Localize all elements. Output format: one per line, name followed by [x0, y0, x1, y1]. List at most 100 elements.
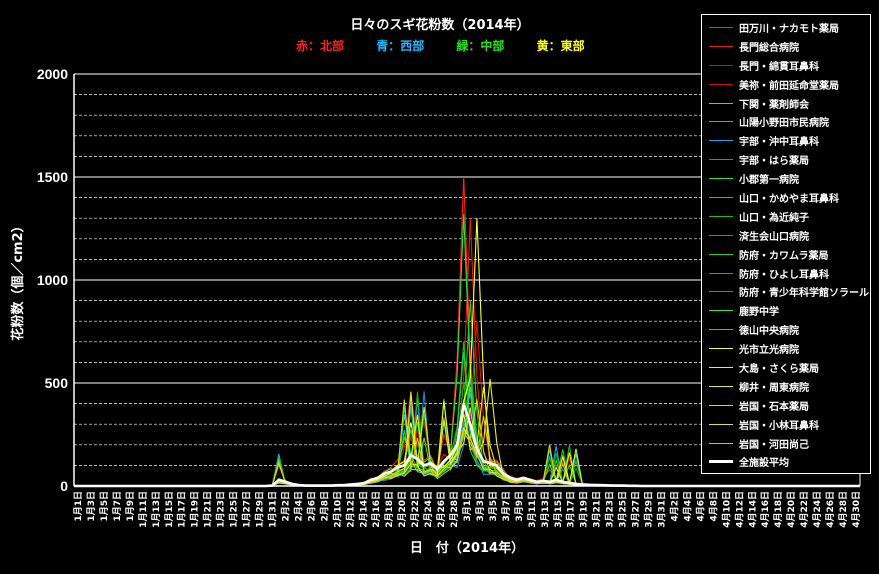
- x-tick-label: 1月19日: [190, 491, 201, 528]
- legend-swatch: [709, 385, 733, 387]
- x-tick-label: 2月18日: [384, 491, 395, 528]
- x-tick-label: 3月27日: [631, 491, 642, 528]
- x-tick-label: 3月29日: [644, 491, 655, 528]
- x-tick-label: 1月1日: [73, 491, 84, 522]
- x-tick-label: 4月30日: [851, 491, 862, 528]
- x-tick-label: 4月8日: [708, 491, 719, 522]
- x-tick-label: 3月11日: [527, 491, 538, 528]
- legend-item: 岩国・小林耳鼻科: [702, 415, 870, 434]
- legend-swatch: [709, 178, 733, 180]
- legend-swatch: [709, 159, 733, 161]
- legend-item: 岩国・石本薬局: [702, 396, 870, 415]
- legend-label: 山口・かめやま耳鼻科: [739, 193, 839, 205]
- legend-item: 長門総合病院: [702, 37, 870, 56]
- legend-label: 山陽小野田市民病院: [739, 118, 829, 130]
- legend-label: 田万川・ナカモト薬局: [739, 23, 839, 35]
- legend-item: 小郡第一病院: [702, 169, 870, 188]
- y-axis-label: 花粉数（個／cm2）: [10, 219, 26, 340]
- legend-swatch: [709, 366, 733, 368]
- legend-item: 山口・為近純子: [702, 207, 870, 226]
- x-tick-label: 4月22日: [799, 491, 810, 528]
- x-tick-label: 3月15日: [553, 491, 564, 528]
- y-tick-label: 0: [60, 478, 68, 494]
- legend-label: 徳山中央病院: [739, 326, 799, 338]
- legend-label: 宇部・沖中耳鼻科: [739, 137, 819, 149]
- x-tick-label: 4月28日: [838, 491, 849, 528]
- x-tick-label: 2月20日: [397, 491, 408, 528]
- legend-swatch: [709, 329, 733, 331]
- legend-swatch: [709, 83, 733, 85]
- legend-item: 光市立光病院: [702, 339, 870, 358]
- legend-label: 防府・青少年科学館ソラール: [739, 288, 869, 300]
- x-tick-label: 4月26日: [825, 491, 836, 528]
- y-tick-label: 2000: [37, 66, 68, 82]
- region-legend-central: 緑：中部: [456, 39, 505, 53]
- x-tick-label: 1月27日: [242, 491, 253, 528]
- x-tick-label: 2月24日: [423, 491, 434, 528]
- x-tick-label: 4月20日: [786, 491, 797, 528]
- legend-swatch: [709, 102, 733, 104]
- y-tick-label: 1500: [37, 169, 68, 185]
- x-tick-label: 3月17日: [566, 491, 577, 528]
- legend-label: 光市立光病院: [739, 345, 799, 357]
- legend-item: 防府・ひよし耳鼻科: [702, 264, 870, 283]
- y-tick-label: 1000: [37, 272, 68, 288]
- legend-swatch: [709, 310, 733, 312]
- y-tick-label: 500: [45, 375, 69, 391]
- x-tick-label: 2月8日: [319, 491, 330, 522]
- legend-item: 下関・薬剤師会: [702, 94, 870, 113]
- x-tick-label: 3月23日: [605, 491, 616, 528]
- x-tick-label: 2月16日: [371, 491, 382, 528]
- x-tick-label: 4月12日: [734, 491, 745, 528]
- x-tick-label: 3月19日: [579, 491, 590, 528]
- legend-swatch: [709, 272, 733, 274]
- region-legend: 赤：北部 青：西部 緑：中部 黄：東部: [296, 37, 613, 54]
- x-tick-label: 3月1日: [462, 491, 473, 522]
- legend-item: 柳井・周東病院: [702, 377, 870, 396]
- legend-swatch: [709, 460, 733, 464]
- legend-item: 宇部・沖中耳鼻科: [702, 131, 870, 150]
- legend-item: 鹿野中学: [702, 301, 870, 320]
- legend-label: 鹿野中学: [739, 307, 779, 319]
- legend-label: 防府・カワムラ薬局: [739, 250, 829, 262]
- legend-label: 長門・綿貫耳鼻科: [739, 61, 819, 73]
- legend-label: 山口・為近純子: [739, 212, 809, 224]
- legend-swatch: [709, 26, 733, 28]
- x-tick-label: 4月4日: [682, 491, 693, 522]
- legend-swatch: [709, 64, 733, 66]
- legend-label: 大島・さくら薬局: [739, 363, 819, 375]
- legend-swatch: [709, 215, 733, 217]
- region-legend-west: 青：西部: [376, 39, 425, 53]
- x-tick-label: 4月24日: [812, 491, 823, 528]
- x-tick-label: 3月25日: [618, 491, 629, 528]
- region-legend-east: 黄：東部: [536, 39, 585, 53]
- legend-label: 美祢・前田延命堂薬局: [739, 80, 839, 92]
- x-tick-label: 1月25日: [229, 491, 240, 528]
- x-tick-label: 4月2日: [669, 491, 680, 522]
- legend-item: 山口・かめやま耳鼻科: [702, 188, 870, 207]
- legend-label: 柳井・周東病院: [739, 382, 809, 394]
- legend-label: 全施設平均: [739, 458, 789, 470]
- x-tick-label: 1月17日: [177, 491, 188, 528]
- x-tick-label: 1月13日: [151, 491, 162, 528]
- legend-item: 岩国・河田尚己: [702, 434, 870, 453]
- x-tick-label: 4月14日: [747, 491, 758, 528]
- legend-item: 田万川・ナカモト薬局: [702, 18, 870, 37]
- legend-swatch: [709, 234, 733, 236]
- x-tick-label: 3月21日: [592, 491, 603, 528]
- chart-title: 日々のスギ花粉数（2014年）: [350, 18, 530, 33]
- legend-label: 岩国・河田尚己: [739, 439, 809, 451]
- x-tick-label: 1月5日: [99, 491, 110, 522]
- legend-swatch: [709, 140, 733, 142]
- x-tick-label: 2月6日: [306, 491, 317, 522]
- legend-item: 済生会山口病院: [702, 226, 870, 245]
- x-tick-label: 1月9日: [125, 491, 136, 522]
- legend-item: 山陽小野田市民病院: [702, 112, 870, 131]
- x-tick-label: 4月10日: [721, 491, 732, 528]
- legend-swatch: [709, 442, 733, 444]
- legend-swatch: [709, 196, 733, 198]
- legend-item: 防府・カワムラ薬局: [702, 245, 870, 264]
- legend-swatch: [709, 291, 733, 293]
- x-tick-label: 2月10日: [332, 491, 343, 528]
- x-tick-label: 1月11日: [138, 491, 149, 528]
